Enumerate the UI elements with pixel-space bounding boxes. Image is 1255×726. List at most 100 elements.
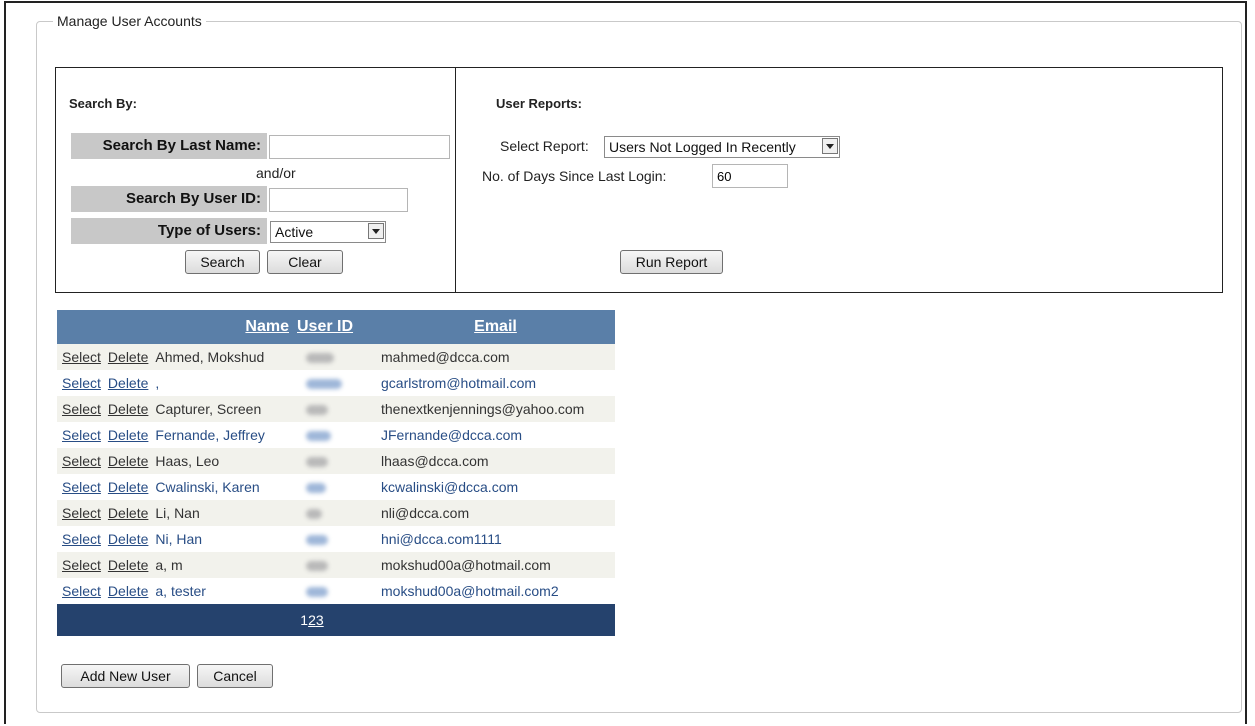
delete-link[interactable]: Delete <box>108 401 148 417</box>
email-cell: kcwalinski@dcca.com <box>376 474 615 500</box>
table-row: Select Delete Haas, Leo lhaas@dcca.com <box>57 448 615 474</box>
last-name-label: Search By Last Name: <box>71 133 267 159</box>
redacted-user-id <box>306 431 331 442</box>
user-id-cell <box>294 578 376 604</box>
user-reports-title: User Reports: <box>496 96 582 111</box>
last-name-input[interactable] <box>269 135 450 159</box>
name-cell: Select Delete a, tester <box>57 578 294 604</box>
user-id-cell <box>294 396 376 422</box>
chevron-down-icon[interactable] <box>822 138 838 154</box>
clear-button[interactable]: Clear <box>267 250 343 274</box>
delete-link[interactable]: Delete <box>108 557 148 573</box>
select-link[interactable]: Select <box>62 375 101 391</box>
email-cell: mahmed@dcca.com <box>376 344 615 370</box>
delete-link[interactable]: Delete <box>108 375 148 391</box>
user-id-cell <box>294 474 376 500</box>
name-cell: Select Delete Capturer, Screen <box>57 396 294 422</box>
users-table: Name User ID Email Select Delete Ahmed, Mo… <box>57 310 615 636</box>
redacted-user-id <box>306 535 328 546</box>
name-cell: Select Delete Ni, Han <box>57 526 294 552</box>
select-link[interactable]: Select <box>62 453 101 469</box>
email-cell: JFernande@dcca.com <box>376 422 615 448</box>
email-cell: gcarlstrom@hotmail.com <box>376 370 615 396</box>
select-link[interactable]: Select <box>62 349 101 365</box>
run-report-button[interactable]: Run Report <box>620 250 723 274</box>
chevron-down-icon[interactable] <box>368 223 384 239</box>
select-link[interactable]: Select <box>62 505 101 521</box>
table-row: Select Delete Capturer, Screen thenextkenje… <box>57 396 615 422</box>
select-report-label: Select Report: <box>500 138 589 154</box>
select-link[interactable]: Select <box>62 531 101 547</box>
select-link[interactable]: Select <box>62 557 101 573</box>
table-row: Select Delete a, tester mokshud00a@hotmail.… <box>57 578 615 604</box>
delete-link[interactable]: Delete <box>108 531 148 547</box>
user-id-cell <box>294 552 376 578</box>
redacted-user-id <box>306 457 328 468</box>
user-name: Ni, Han <box>155 531 203 547</box>
table-row: Select Delete, gcarlstrom@hotmail.com <box>57 370 615 396</box>
email-cell: nli@dcca.com <box>376 500 615 526</box>
search-by-title: Search By: <box>69 96 137 111</box>
type-of-users-value: Active <box>275 224 314 240</box>
select-link[interactable]: Select <box>62 401 101 417</box>
delete-link[interactable]: Delete <box>108 583 148 599</box>
table-row: Select Delete Li, Nan nli@dcca.com <box>57 500 615 526</box>
user-name: Haas, Leo <box>155 453 220 469</box>
days-since-login-label: No. of Days Since Last Login: <box>482 168 667 184</box>
report-select[interactable]: Users Not Logged In Recently <box>604 136 840 158</box>
delete-link[interactable]: Delete <box>108 427 148 443</box>
redacted-user-id <box>306 587 328 598</box>
pager-row: 123 <box>57 604 615 636</box>
email-column-header[interactable]: Email <box>376 310 615 344</box>
table-header-row: Name User ID Email <box>57 310 615 344</box>
search-button[interactable]: Search <box>185 250 260 274</box>
page-3-link[interactable]: 3 <box>316 612 324 628</box>
panel-divider <box>455 68 456 292</box>
report-select-value: Users Not Logged In Recently <box>609 139 796 155</box>
user-id-cell <box>294 526 376 552</box>
user-id-label: Search By User ID: <box>71 186 267 212</box>
user-name: , <box>155 375 160 391</box>
email-cell: thenextkenjennings@yahoo.com <box>376 396 615 422</box>
redacted-user-id <box>306 509 322 520</box>
user-name: Cwalinski, Karen <box>155 479 260 495</box>
user-name: Fernande, Jeffrey <box>155 427 265 443</box>
user-name: a, m <box>155 557 183 573</box>
name-cell: Select Delete a, m <box>57 552 294 578</box>
select-link[interactable]: Select <box>62 583 101 599</box>
fieldset-legend: Manage User Accounts <box>57 13 202 29</box>
name-cell: Select Delete Haas, Leo <box>57 448 294 474</box>
user-id-cell <box>294 370 376 396</box>
and-or-text: and/or <box>256 165 296 181</box>
cancel-button[interactable]: Cancel <box>197 664 273 688</box>
redacted-user-id <box>306 353 334 364</box>
user-id-cell <box>294 500 376 526</box>
email-cell: lhaas@dcca.com <box>376 448 615 474</box>
type-of-users-select[interactable]: Active <box>270 221 386 243</box>
table-row: Select Delete Cwalinski, Karen kcwalinski@d… <box>57 474 615 500</box>
select-link[interactable]: Select <box>62 479 101 495</box>
redacted-user-id <box>306 483 326 494</box>
email-cell: hni@dcca.com1111 <box>376 526 615 552</box>
name-column-header[interactable]: Name <box>57 310 294 344</box>
table-row: Select Delete Ahmed, Mokshud mahmed@dcca.co… <box>57 344 615 370</box>
page-2-link[interactable]: 2 <box>308 612 316 628</box>
name-cell: Select Delete Li, Nan <box>57 500 294 526</box>
user-name: Capturer, Screen <box>155 401 262 417</box>
delete-link[interactable]: Delete <box>108 479 148 495</box>
days-since-login-input[interactable] <box>712 164 788 188</box>
delete-link[interactable]: Delete <box>108 453 148 469</box>
name-cell: Select Delete, <box>57 370 294 396</box>
redacted-user-id <box>306 561 328 572</box>
user-name: a, tester <box>155 583 206 599</box>
redacted-user-id <box>306 379 342 390</box>
select-link[interactable]: Select <box>62 427 101 443</box>
delete-link[interactable]: Delete <box>108 349 148 365</box>
search-and-reports-panel: Search By: Search By Last Name: and/or S… <box>55 67 1223 293</box>
redacted-user-id <box>306 405 328 416</box>
pager: 123 <box>300 612 323 628</box>
add-new-user-button[interactable]: Add New User <box>61 664 190 688</box>
user-id-input[interactable] <box>269 188 408 212</box>
delete-link[interactable]: Delete <box>108 505 148 521</box>
user-id-column-header[interactable]: User ID <box>294 310 376 344</box>
